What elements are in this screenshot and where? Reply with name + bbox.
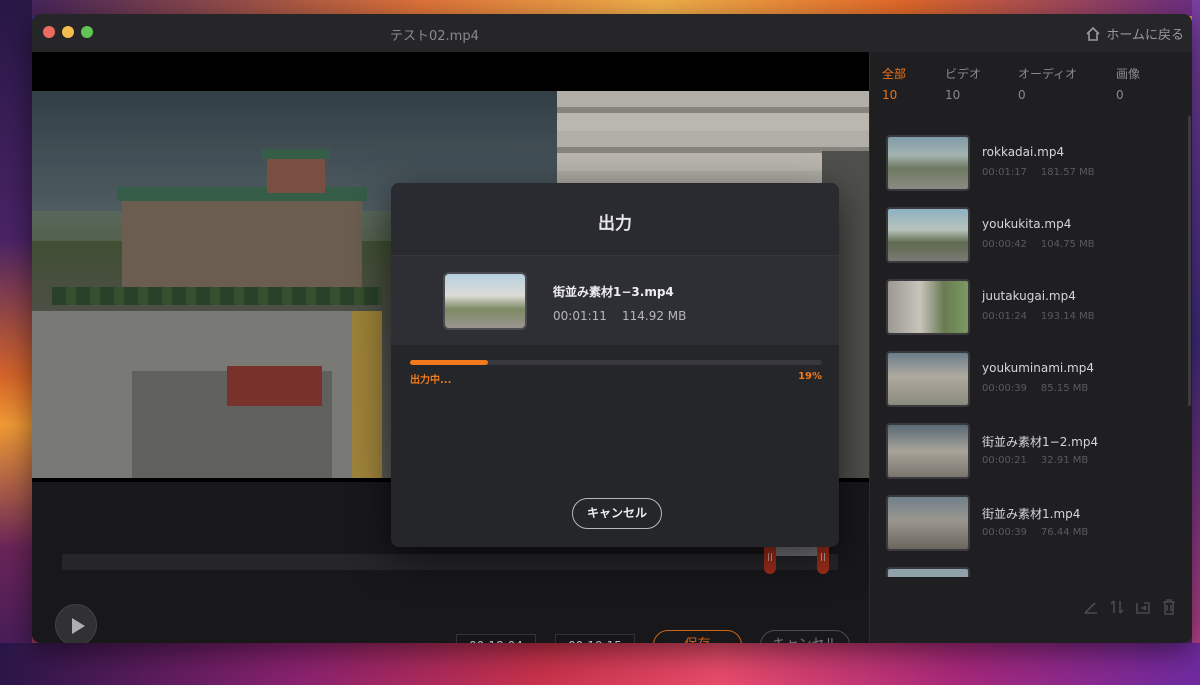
tab-images[interactable]: 画像 0	[1116, 65, 1140, 102]
tab-count: 10	[882, 88, 898, 102]
media-toolbar	[1082, 598, 1178, 616]
export-file-info: 街並み素材1−3.mp4 00:01:11 114.92 MB	[391, 255, 839, 345]
media-meta: 00:00:39 76.44 MB	[982, 527, 1089, 538]
export-icon[interactable]	[1134, 598, 1152, 616]
tab-count: 10	[945, 88, 961, 102]
media-thumbnail	[886, 495, 970, 551]
media-meta: 00:00:21 32.91 MB	[982, 455, 1089, 466]
zoom-window-button[interactable]	[81, 26, 93, 38]
media-thumbnail	[886, 423, 970, 479]
tab-label: 全部	[882, 67, 907, 81]
desktop-wallpaper-left	[0, 0, 32, 685]
export-progress-percent: 19%	[798, 371, 822, 382]
export-dialog: 出力 街並み素材1−3.mp4 00:01:11 114.92 MB 出力中..…	[391, 183, 839, 547]
media-thumbnail	[886, 207, 970, 263]
tab-label: ビデオ	[945, 67, 982, 81]
media-meta: 00:01:24 193.14 MB	[982, 311, 1095, 322]
list-item[interactable]: youkukita.mp4 00:00:42 104.75 MB	[886, 207, 1176, 265]
home-button[interactable]: ホームに戻る	[1085, 24, 1184, 43]
media-library-panel: 全部 10 ビデオ 10 オーディオ 0 画像 0 rokkadai.mp4 0…	[869, 52, 1192, 643]
edit-icon[interactable]	[1082, 598, 1100, 616]
list-item[interactable]	[886, 567, 1176, 577]
export-status-text: 出力中...	[410, 375, 452, 386]
list-item[interactable]: juutakugai.mp4 00:01:24 193.14 MB	[886, 279, 1176, 337]
media-meta: 00:00:42 104.75 MB	[982, 239, 1095, 250]
tab-label: オーディオ	[1018, 67, 1078, 81]
media-thumbnail	[886, 279, 970, 335]
media-list-scrollbar[interactable]	[1188, 116, 1191, 406]
media-name: youkuminami.mp4	[982, 361, 1094, 375]
media-thumbnail	[886, 135, 970, 191]
export-progress-bar	[410, 360, 822, 365]
tab-video[interactable]: ビデオ 10	[945, 65, 981, 102]
split-icon[interactable]	[1108, 598, 1126, 616]
list-item[interactable]: 街並み素材1−2.mp4 00:00:21 32.91 MB	[886, 423, 1176, 481]
media-name: rokkadai.mp4	[982, 145, 1065, 159]
trash-icon[interactable]	[1160, 598, 1178, 616]
app-window: テスト02.mp4 ホームに戻る || || 出力 街並み素材1−3.mp4 0…	[32, 14, 1192, 643]
media-meta: 00:01:17 181.57 MB	[982, 167, 1095, 178]
home-icon	[1086, 26, 1100, 41]
window-title: テスト02.mp4	[390, 29, 479, 44]
media-name: juutakugai.mp4	[982, 289, 1076, 303]
minimize-window-button[interactable]	[62, 26, 74, 38]
export-dialog-title: 出力	[391, 183, 839, 255]
media-name: 街並み素材1−2.mp4	[982, 435, 1099, 449]
desktop-wallpaper-right	[1192, 0, 1200, 685]
list-item[interactable]: 街並み素材1.mp4 00:00:39 76.44 MB	[886, 495, 1176, 553]
home-button-label: ホームに戻る	[1106, 28, 1184, 43]
close-window-button[interactable]	[43, 26, 55, 38]
media-thumbnail	[886, 351, 970, 407]
desktop-wallpaper-bottom	[0, 643, 1200, 685]
media-name: 街並み素材1.mp4	[982, 507, 1081, 521]
media-name: youkukita.mp4	[982, 217, 1072, 231]
media-meta: 00:00:39 85.15 MB	[982, 383, 1089, 394]
export-cancel-button[interactable]: キャンセル	[572, 498, 662, 529]
tab-count: 0	[1018, 88, 1026, 102]
tab-count: 0	[1116, 88, 1124, 102]
export-file-duration: 00:01:11	[553, 309, 607, 323]
export-file-size: 114.92 MB	[622, 309, 687, 323]
list-item[interactable]: youkuminami.mp4 00:00:39 85.15 MB	[886, 351, 1176, 409]
tab-all[interactable]: 全部 10	[882, 65, 906, 102]
video-player: || || 00:18:04 - 00:19:15 保存 キャンセル 出力 街並…	[32, 52, 869, 643]
export-file-name: 街並み素材1−3.mp4	[553, 285, 674, 299]
tab-audio[interactable]: オーディオ 0	[1018, 65, 1077, 102]
export-progress-fill	[410, 360, 489, 365]
media-thumbnail	[886, 567, 970, 577]
tab-label: 画像	[1116, 67, 1141, 81]
titlebar: テスト02.mp4 ホームに戻る	[32, 14, 1192, 52]
export-file-thumbnail	[443, 272, 527, 330]
list-item[interactable]: rokkadai.mp4 00:01:17 181.57 MB	[886, 135, 1176, 193]
